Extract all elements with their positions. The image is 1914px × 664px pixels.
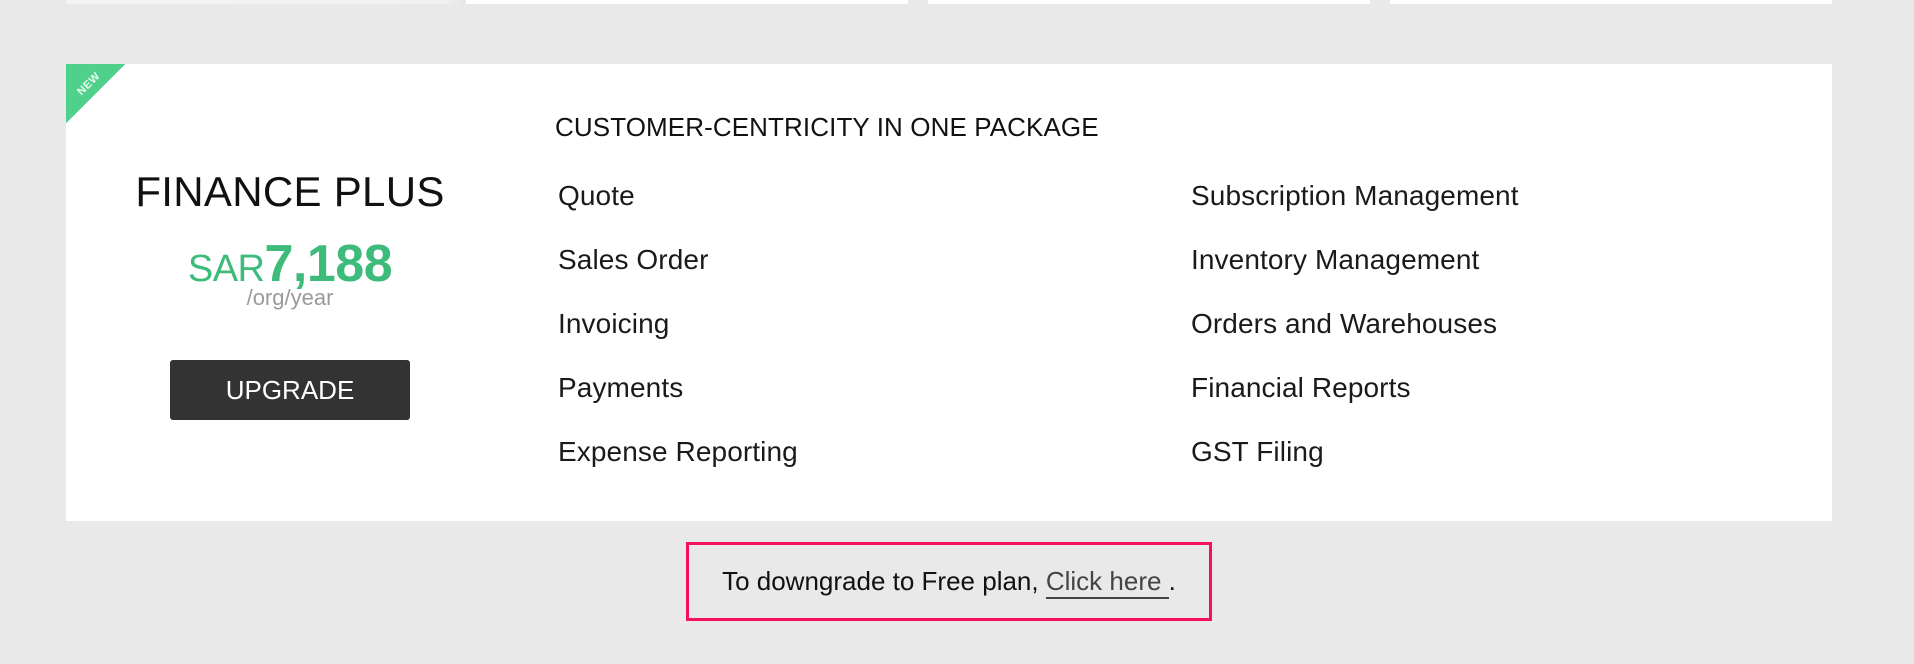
new-badge-label: NEW	[75, 70, 103, 98]
downgrade-notice: To downgrade to Free plan, Click here .	[686, 542, 1212, 621]
finance-plus-plan-panel: NEW FINANCE PLUS SAR7,188 /org/year UPGR…	[66, 64, 1832, 521]
downgrade-text: To downgrade to Free plan,	[722, 566, 1046, 596]
feature-list-right: Subscription Management Inventory Manage…	[1191, 180, 1519, 500]
feature-item: GST Filing	[1191, 436, 1324, 467]
feature-item: Sales Order	[558, 244, 709, 275]
plan-name: FINANCE PLUS	[135, 168, 445, 215]
plan-card-2-edge	[466, 0, 908, 4]
feature-item: Expense Reporting	[558, 436, 798, 467]
feature-item: Financial Reports	[1191, 372, 1411, 403]
downgrade-suffix: .	[1168, 566, 1176, 596]
feature-item: Subscription Management	[1191, 180, 1519, 211]
price-currency: SAR	[187, 248, 265, 290]
features-heading: CUSTOMER-CENTRICITY IN ONE PACKAGE	[555, 112, 1099, 142]
plan-card-4-edge	[1390, 0, 1832, 4]
feature-item: Invoicing	[558, 308, 670, 339]
price-period: /org/year	[246, 285, 334, 310]
feature-item: Orders and Warehouses	[1191, 308, 1498, 339]
downgrade-link[interactable]: Click here	[1045, 566, 1169, 599]
feature-item: Quote	[558, 180, 635, 211]
feature-item: Payments	[558, 372, 684, 403]
feature-item: Inventory Management	[1191, 244, 1480, 275]
plan-card-3-edge	[928, 0, 1370, 4]
plan-card-1-edge	[66, 0, 464, 4]
upgrade-button[interactable]: UPGRADE	[170, 360, 410, 420]
feature-list-left: Quote Sales Order Invoicing Payments Exp…	[558, 180, 798, 500]
new-badge: NEW	[66, 64, 125, 123]
